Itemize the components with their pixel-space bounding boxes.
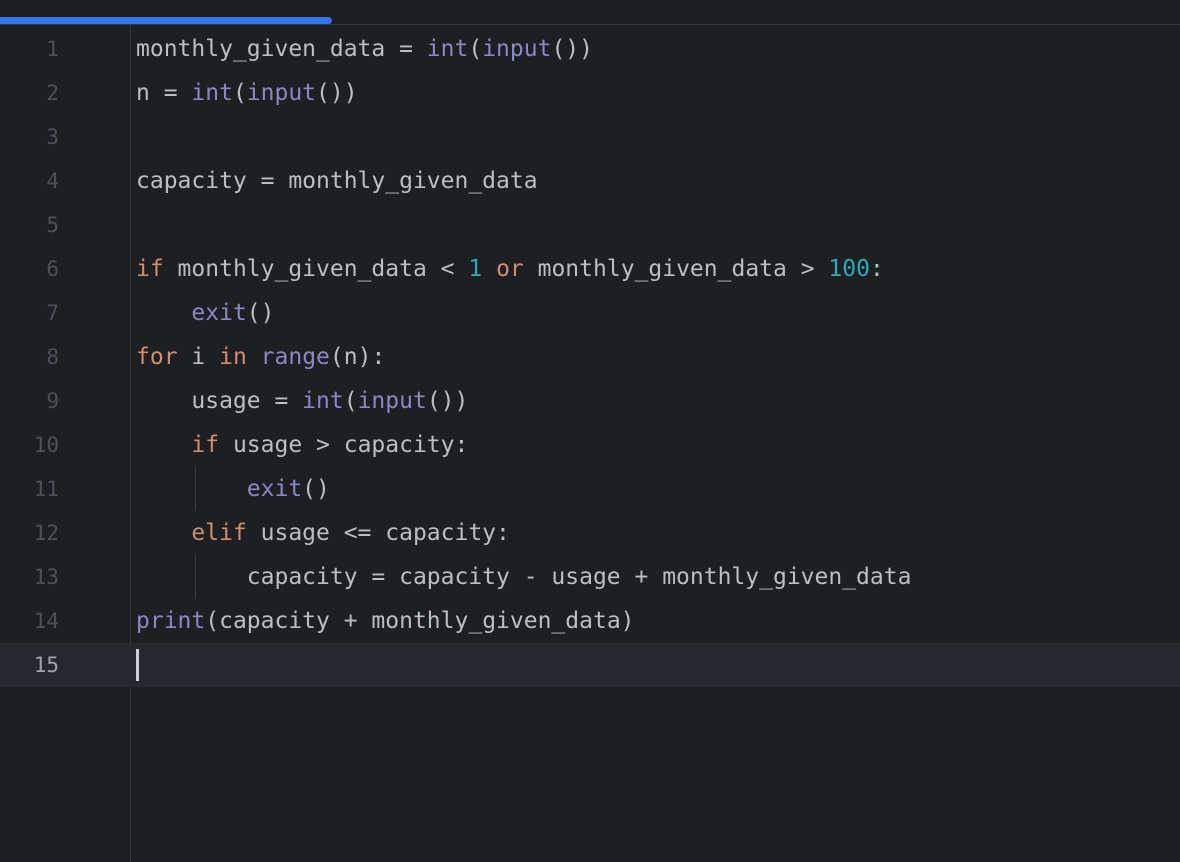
code-text[interactable]: monthly_given_data = int(input()) — [136, 27, 593, 71]
line-number[interactable]: 14 — [0, 599, 59, 643]
code-line[interactable]: 10 if usage > capacity: — [0, 423, 1180, 467]
line-number[interactable]: 11 — [0, 467, 59, 511]
loading-progress-bar — [0, 17, 332, 24]
code-line[interactable]: 8 for i in range(n): — [0, 335, 1180, 379]
code-line[interactable]: 3 — [0, 115, 1180, 159]
code-token: capacity = capacity - usage + monthly_gi… — [136, 564, 912, 590]
line-number[interactable]: 12 — [0, 511, 59, 555]
code-token: (n): — [329, 344, 386, 370]
code-token: usage > capacity: — [219, 432, 469, 458]
code-text[interactable]: if usage > capacity: — [136, 423, 468, 467]
code-token: : — [869, 256, 884, 282]
code-token: 1 — [468, 256, 483, 282]
code-text[interactable]: n = int(input()) — [136, 71, 358, 115]
code-token: ()) — [426, 388, 469, 414]
code-line[interactable]: 7 exit() — [0, 291, 1180, 335]
code-token: () — [246, 300, 275, 326]
editor-tab-strip — [0, 0, 1180, 25]
code-line[interactable]: 1 monthly_given_data = int(input()) — [0, 27, 1180, 71]
code-token: usage = — [136, 388, 303, 414]
code-line[interactable]: 2 n = int(input()) — [0, 71, 1180, 115]
line-number[interactable]: 1 — [0, 27, 59, 71]
code-line[interactable]: 11 exit() — [0, 467, 1180, 511]
code-token: ( — [468, 36, 483, 62]
code-token: print — [136, 608, 206, 634]
code-token: ()) — [316, 80, 358, 106]
code-token: capacity = monthly_given_data — [136, 168, 538, 194]
code-token: input — [246, 80, 317, 106]
code-token: usage <= capacity: — [246, 520, 510, 546]
code-token: monthly_given_data = — [136, 36, 427, 62]
code-token: int — [302, 388, 344, 414]
line-number[interactable]: 15 — [0, 643, 59, 687]
code-token: if — [136, 256, 164, 282]
code-line[interactable]: 4 capacity = monthly_given_data — [0, 159, 1180, 203]
line-number[interactable]: 5 — [0, 203, 59, 247]
code-token: monthly_given_data < — [163, 256, 469, 282]
code-token: ( — [343, 388, 358, 414]
code-line[interactable]: 15 — [0, 643, 1180, 687]
code-line[interactable]: 5 — [0, 203, 1180, 247]
code-token: i — [177, 344, 220, 370]
code-token: ( — [232, 80, 247, 106]
code-token: n = — [136, 80, 192, 106]
code-token: monthly_given_data > — [523, 256, 829, 282]
code-token: () — [302, 476, 330, 502]
line-number[interactable]: 2 — [0, 71, 59, 115]
code-token: (capacity + monthly_given_data) — [205, 608, 635, 634]
code-line[interactable]: 9 usage = int(input()) — [0, 379, 1180, 423]
code-editor[interactable]: 1 monthly_given_data = int(input()) 2 n = i… — [0, 0, 1180, 862]
code-token: elif — [191, 520, 247, 546]
code-text[interactable]: print(capacity + monthly_given_data) — [136, 599, 635, 643]
code-token: range — [260, 344, 330, 370]
code-token: 100 — [828, 256, 870, 282]
code-token: ()) — [551, 36, 593, 62]
code-line[interactable]: 14 print(capacity + monthly_given_data) — [0, 599, 1180, 643]
code-token: or — [496, 256, 524, 282]
line-number[interactable]: 6 — [0, 247, 59, 291]
line-number[interactable]: 8 — [0, 335, 59, 379]
code-text[interactable]: capacity = capacity - usage + monthly_gi… — [136, 555, 912, 599]
code-line[interactable]: 13 capacity = capacity - usage + monthly… — [0, 555, 1180, 599]
code-text[interactable]: capacity = monthly_given_data — [136, 159, 538, 203]
line-number[interactable]: 13 — [0, 555, 59, 599]
code-token: if — [191, 432, 220, 458]
code-text[interactable]: exit() — [136, 467, 330, 511]
code-token: int — [426, 36, 469, 62]
text-caret — [136, 649, 139, 681]
code-token: input — [482, 36, 552, 62]
code-token: exit — [191, 300, 247, 326]
code-text[interactable]: for i in range(n): — [136, 335, 385, 379]
code-text[interactable]: usage = int(input()) — [136, 379, 468, 423]
code-token: int — [191, 80, 233, 106]
code-text[interactable]: exit() — [136, 291, 274, 335]
code-line[interactable]: 12 elif usage <= capacity: — [0, 511, 1180, 555]
code-token: for — [136, 344, 178, 370]
code-text[interactable]: if monthly_given_data < 1 or monthly_giv… — [136, 247, 884, 291]
line-number[interactable]: 7 — [0, 291, 59, 335]
code-line[interactable]: 6 if monthly_given_data < 1 or monthly_gi… — [0, 247, 1180, 291]
code-token: input — [357, 388, 427, 414]
line-number[interactable]: 9 — [0, 379, 59, 423]
line-number[interactable]: 4 — [0, 159, 59, 203]
code-token: exit — [246, 476, 303, 502]
code-token: in — [219, 344, 247, 370]
line-number[interactable]: 10 — [0, 423, 59, 467]
code-text[interactable]: elif usage <= capacity: — [136, 511, 510, 555]
line-number[interactable]: 3 — [0, 115, 59, 159]
